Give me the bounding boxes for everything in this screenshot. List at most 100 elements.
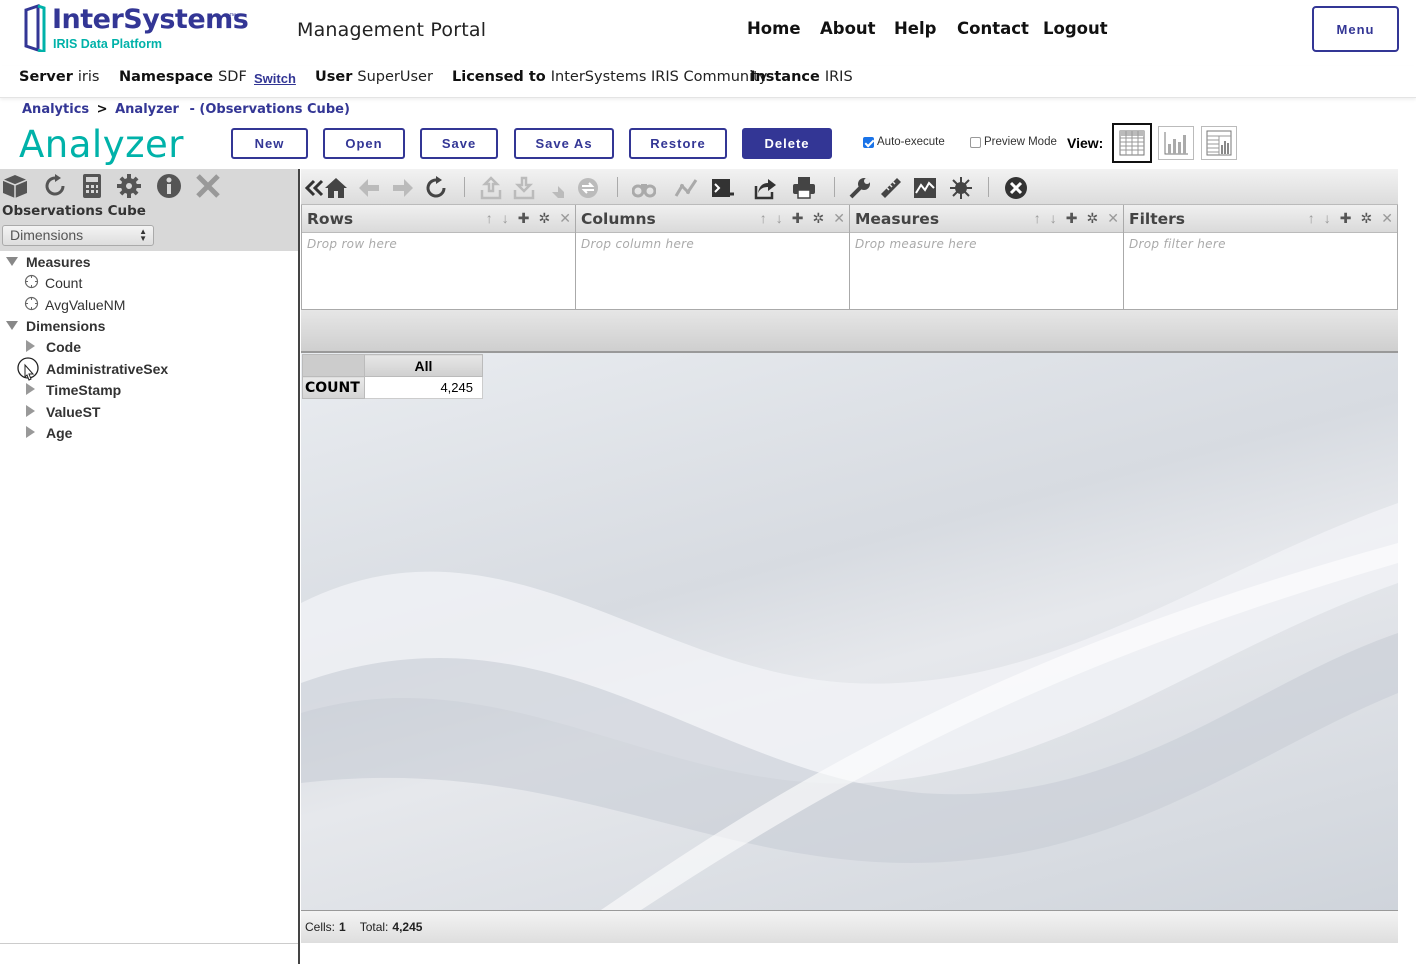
- rows-box[interactable]: Rows ↑ ↓ ✚ ✲ ✕ Drop row here: [301, 205, 576, 310]
- select-arrows-icon: ▲ ▼: [139, 227, 147, 243]
- new-button[interactable]: New: [231, 128, 308, 159]
- checkbox-unchecked-icon[interactable]: [970, 136, 981, 148]
- tree-dimension-age[interactable]: Age: [46, 425, 72, 441]
- panel-splitter[interactable]: [298, 169, 300, 964]
- nav-about[interactable]: About: [820, 19, 876, 38]
- auto-execute-checkbox[interactable]: Auto-execute: [863, 136, 945, 148]
- binoculars-icon[interactable]: [632, 176, 656, 200]
- gear-icon[interactable]: ✲: [1361, 210, 1373, 227]
- refresh-icon[interactable]: [424, 176, 448, 200]
- add-icon[interactable]: ✚: [518, 210, 530, 227]
- info-icon[interactable]: [155, 172, 183, 200]
- move-up-icon[interactable]: ↑: [760, 210, 767, 227]
- back-arrow-icon[interactable]: [357, 176, 381, 200]
- move-down-icon[interactable]: ↓: [1050, 210, 1057, 227]
- expand-valuest-icon[interactable]: [26, 405, 35, 417]
- breadcrumb-analytics[interactable]: Analytics: [22, 102, 89, 117]
- expand-dimensions-icon[interactable]: [6, 321, 18, 330]
- view-table-button[interactable]: [1112, 123, 1152, 163]
- breadcrumb-analyzer[interactable]: Analyzer: [115, 102, 179, 117]
- nav-logout[interactable]: Logout: [1043, 19, 1108, 38]
- swap-icon[interactable]: [576, 176, 600, 200]
- expand-code-icon[interactable]: [26, 340, 35, 352]
- breadcrumb-separator: >: [96, 102, 108, 117]
- tree-dimension-administrativesex[interactable]: AdministrativeSex: [46, 361, 168, 377]
- tree-measure-count[interactable]: Count: [45, 275, 82, 291]
- print-icon[interactable]: [792, 176, 816, 200]
- share-icon[interactable]: [753, 176, 777, 200]
- cells-label: Cells:: [305, 920, 336, 934]
- home-icon[interactable]: [324, 176, 348, 200]
- remove-icon[interactable]: ✕: [559, 210, 571, 227]
- move-up-icon[interactable]: ↑: [1308, 210, 1315, 227]
- move-down-icon[interactable]: ↓: [1324, 210, 1331, 227]
- remove-icon[interactable]: ✕: [1107, 210, 1119, 227]
- forward-arrow-icon[interactable]: [391, 176, 415, 200]
- tree-dimension-timestamp[interactable]: TimeStamp: [46, 382, 121, 398]
- cancel-query-icon[interactable]: [1004, 176, 1028, 200]
- left-panel-bottom-border: [0, 943, 298, 944]
- view-chart-button[interactable]: [1158, 126, 1194, 160]
- cube-name: Observations Cube: [2, 203, 146, 219]
- measure-icon: [24, 296, 39, 311]
- highlight-icon[interactable]: [949, 176, 973, 200]
- remove-icon[interactable]: ✕: [833, 210, 845, 227]
- calculator-icon[interactable]: [78, 172, 106, 200]
- preview-mode-checkbox[interactable]: Preview Mode: [970, 136, 1057, 148]
- tree-dimension-code[interactable]: Code: [46, 339, 81, 355]
- switch-namespace-link[interactable]: Switch: [254, 71, 296, 86]
- dimensions-select[interactable]: Dimensions ▲ ▼: [2, 225, 154, 246]
- save-as-button[interactable]: Save As: [514, 128, 614, 159]
- wrench-icon[interactable]: [848, 176, 872, 200]
- move-up-icon[interactable]: ↑: [1034, 210, 1041, 227]
- open-button[interactable]: Open: [323, 128, 405, 159]
- nav-contact[interactable]: Contact: [957, 19, 1029, 38]
- tree-dimension-valuest[interactable]: ValueST: [46, 404, 100, 420]
- license-info: Licensed to InterSystems IRIS Community: [452, 69, 768, 85]
- tree-measure-avgvaluenm[interactable]: AvgValueNM: [45, 297, 125, 313]
- user-info: User SuperUser: [315, 69, 433, 85]
- tree-dimensions-folder[interactable]: Dimensions: [26, 318, 105, 334]
- pivot-chart-icon[interactable]: [913, 176, 937, 200]
- move-down-icon[interactable]: ↓: [502, 210, 509, 227]
- add-icon[interactable]: ✚: [792, 210, 804, 227]
- ruler-icon[interactable]: [879, 176, 903, 200]
- menu-button[interactable]: Menu: [1312, 6, 1399, 52]
- gear-icon[interactable]: ✲: [813, 210, 825, 227]
- drill-down-icon[interactable]: [544, 176, 568, 200]
- cube-icon[interactable]: [1, 172, 29, 200]
- delete-button[interactable]: Delete: [742, 128, 832, 159]
- columns-box[interactable]: Columns ↑ ↓ ✚ ✲ ✕ Drop column here: [575, 205, 850, 310]
- gear-icon[interactable]: ✲: [539, 210, 551, 227]
- restore-button[interactable]: Restore: [629, 128, 727, 159]
- remove-icon[interactable]: ✕: [1381, 210, 1393, 227]
- gear-icon[interactable]: [115, 172, 143, 200]
- filters-box[interactable]: Filters ↑ ↓ ✚ ✲ ✕ Drop filter here: [1123, 205, 1398, 310]
- export-icon[interactable]: [479, 176, 503, 200]
- expand-timestamp-icon[interactable]: [26, 383, 35, 395]
- move-up-icon[interactable]: ↑: [486, 210, 493, 227]
- expand-measures-icon[interactable]: [6, 257, 18, 266]
- add-icon[interactable]: ✚: [1340, 210, 1352, 227]
- pivot-column-header[interactable]: All: [364, 354, 483, 377]
- import-icon[interactable]: [512, 176, 536, 200]
- trend-icon[interactable]: [674, 176, 698, 200]
- save-button[interactable]: Save: [420, 128, 498, 159]
- close-icon[interactable]: [194, 172, 222, 200]
- nav-help[interactable]: Help: [894, 19, 936, 38]
- gear-icon[interactable]: ✲: [1087, 210, 1099, 227]
- server-info: Server iris: [19, 69, 100, 85]
- view-both-button[interactable]: [1201, 126, 1237, 160]
- mdx-query-icon[interactable]: [711, 176, 735, 200]
- checkbox-checked-icon[interactable]: [863, 136, 874, 148]
- add-icon[interactable]: ✚: [1066, 210, 1078, 227]
- refresh-icon[interactable]: [41, 172, 69, 200]
- expand-age-icon[interactable]: [26, 426, 35, 438]
- pivot-cell[interactable]: 4,245: [364, 376, 483, 399]
- pivot-row-header[interactable]: COUNT: [302, 376, 365, 399]
- nav-home[interactable]: Home: [747, 19, 801, 38]
- tree-measures-folder[interactable]: Measures: [26, 254, 91, 270]
- breadcrumb: Analytics > Analyzer - (Observations Cub…: [22, 102, 350, 117]
- measures-box[interactable]: Measures ↑ ↓ ✚ ✲ ✕ Drop measure here: [849, 205, 1124, 310]
- move-down-icon[interactable]: ↓: [776, 210, 783, 227]
